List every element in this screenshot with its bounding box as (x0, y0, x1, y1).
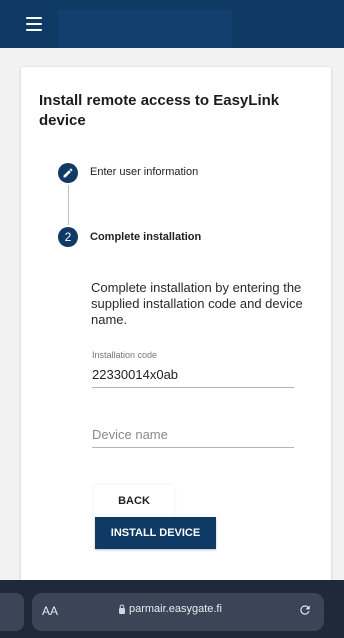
step-connector (68, 185, 69, 225)
install-card: Install remote access to EasyLink device… (21, 67, 331, 607)
install-device-button[interactable]: INSTALL DEVICE (95, 517, 216, 549)
step-2-label: Complete installation (90, 231, 202, 243)
reload-icon[interactable] (298, 603, 312, 617)
previous-tab-pill[interactable] (0, 593, 24, 631)
device-name-underline (92, 447, 294, 448)
header-title-area (58, 10, 232, 48)
edit-pencil-icon (63, 168, 73, 178)
step-1-indicator (58, 163, 78, 183)
back-button[interactable]: BACK (94, 485, 174, 517)
device-name-field[interactable]: Device name (92, 427, 168, 442)
step-1-label: Enter user information (90, 166, 199, 178)
installation-code-underline (92, 387, 294, 388)
step-description: Complete installation by entering the su… (91, 280, 303, 327)
hamburger-menu-icon[interactable] (26, 17, 42, 31)
lock-icon (119, 604, 125, 614)
url-text[interactable]: parmair.easygate.fi (129, 603, 222, 615)
step-2-indicator: 2 (58, 227, 78, 247)
page-title: Install remote access to EasyLink device (39, 92, 280, 129)
app-header (0, 0, 344, 48)
installation-code-field[interactable]: 22330014x0ab (92, 367, 178, 382)
text-size-button[interactable]: AA (42, 604, 58, 618)
installation-code-label: Installation code (92, 350, 158, 360)
